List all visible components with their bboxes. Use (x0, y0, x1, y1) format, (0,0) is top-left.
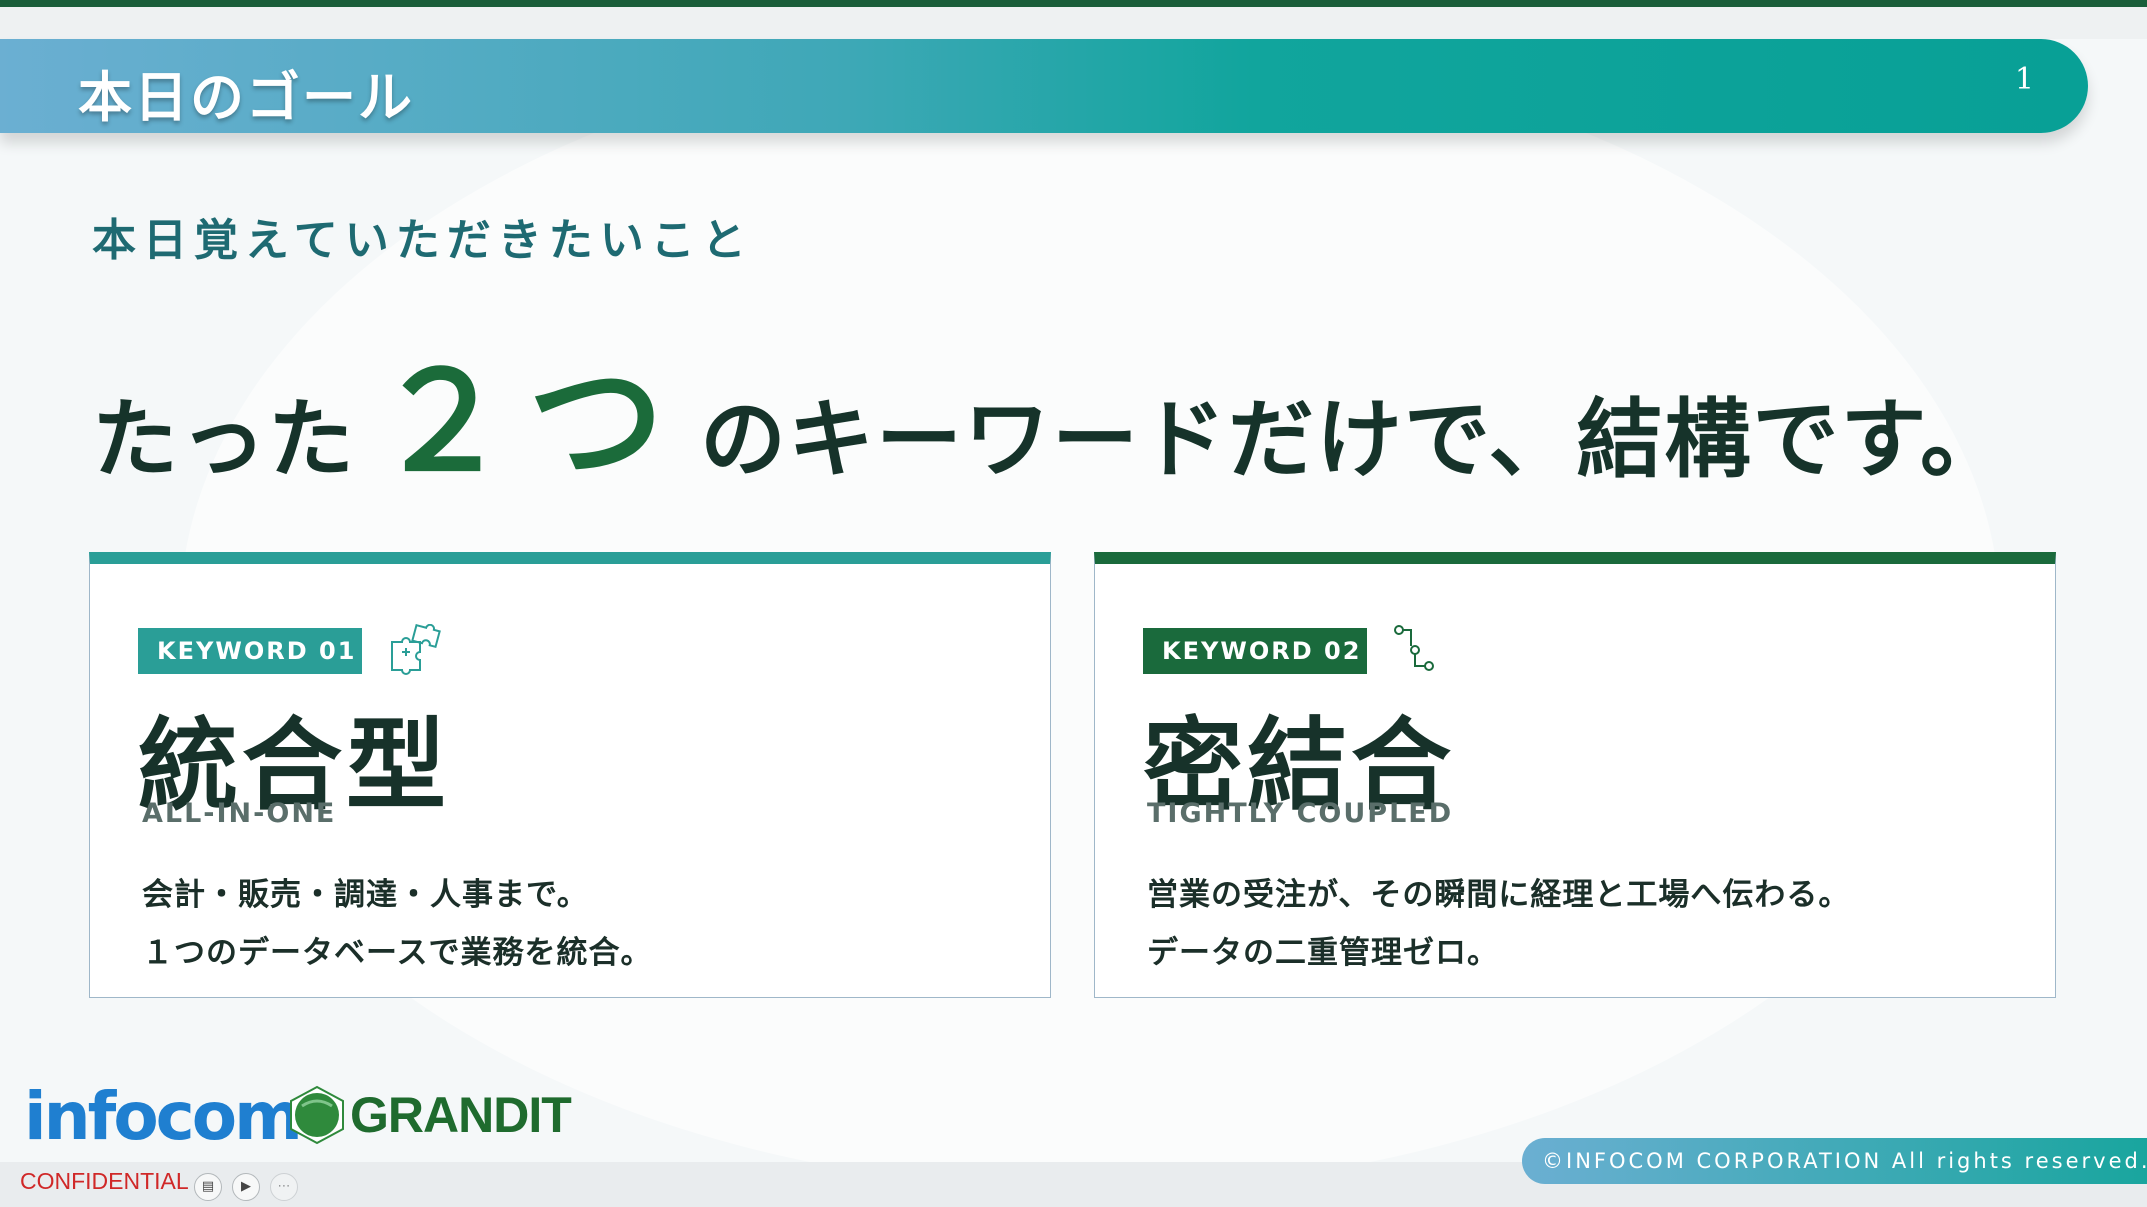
top-accent-line (0, 0, 2147, 7)
description-line: １つのデータベースで業務を統合。 (142, 935, 653, 971)
headline-after: のキーワードだけで、結構です。 (700, 390, 2008, 490)
copyright-notice: ©INFOCOM CORPORATION All rights reserved… (1522, 1138, 2147, 1184)
description-line: 営業の受注が、その瞬間に経理と工場へ伝わる。 (1147, 877, 1851, 913)
keyword-card-1: KEYWORD 01 統合型 ALL-IN-ONE 会計・販売・調達・人事まで。… (89, 552, 1051, 998)
headline-before: たった (92, 390, 356, 490)
more-options-icon[interactable]: ⋯ (270, 1173, 298, 1201)
subtitles-icon[interactable]: ▤ (194, 1173, 222, 1201)
confidential-label: CONFIDENTIAL (20, 1168, 189, 1194)
slide-header: 本日のゴール 1 (0, 39, 2088, 133)
keyword-card-2: KEYWORD 02 密結合 TIGHTLY COUPLED 営業の受注が、その… (1094, 552, 2056, 998)
camera-icon[interactable]: ▶ (232, 1173, 260, 1201)
grandit-cube-icon (290, 1085, 344, 1145)
keyword-english: TIGHTLY COUPLED (1147, 798, 1454, 829)
top-band (0, 7, 2147, 39)
keyword-description: 営業の受注が、その瞬間に経理と工場へ伝わる。 データの二重管理ゼロ。 (1147, 866, 1850, 982)
flow-connection-icon (1394, 625, 1434, 671)
grandit-wordmark: GRANDIT (350, 1087, 572, 1143)
page-number: 1 (2014, 62, 2034, 97)
slide-title: 本日のゴール (78, 66, 414, 129)
keyword-english: ALL-IN-ONE (142, 798, 337, 829)
description-line: 会計・販売・調達・人事まで。 (142, 877, 589, 913)
keyword-badge: KEYWORD 01 (138, 628, 362, 674)
keyword-badge: KEYWORD 02 (1143, 628, 1367, 674)
grandit-logo: GRANDIT (286, 1082, 572, 1148)
headline-number: ２つ (374, 344, 682, 502)
description-line: データの二重管理ゼロ。 (1147, 935, 1499, 971)
keyword-description: 会計・販売・調達・人事まで。 １つのデータベースで業務を統合。 (142, 866, 652, 982)
infocom-logo: infocom (24, 1078, 303, 1155)
puzzle-icon (391, 624, 441, 675)
section-subtitle: 本日覚えていただきたいこと (92, 215, 753, 266)
headline: たった ２つ のキーワードだけで、結構です。 (92, 312, 2008, 509)
